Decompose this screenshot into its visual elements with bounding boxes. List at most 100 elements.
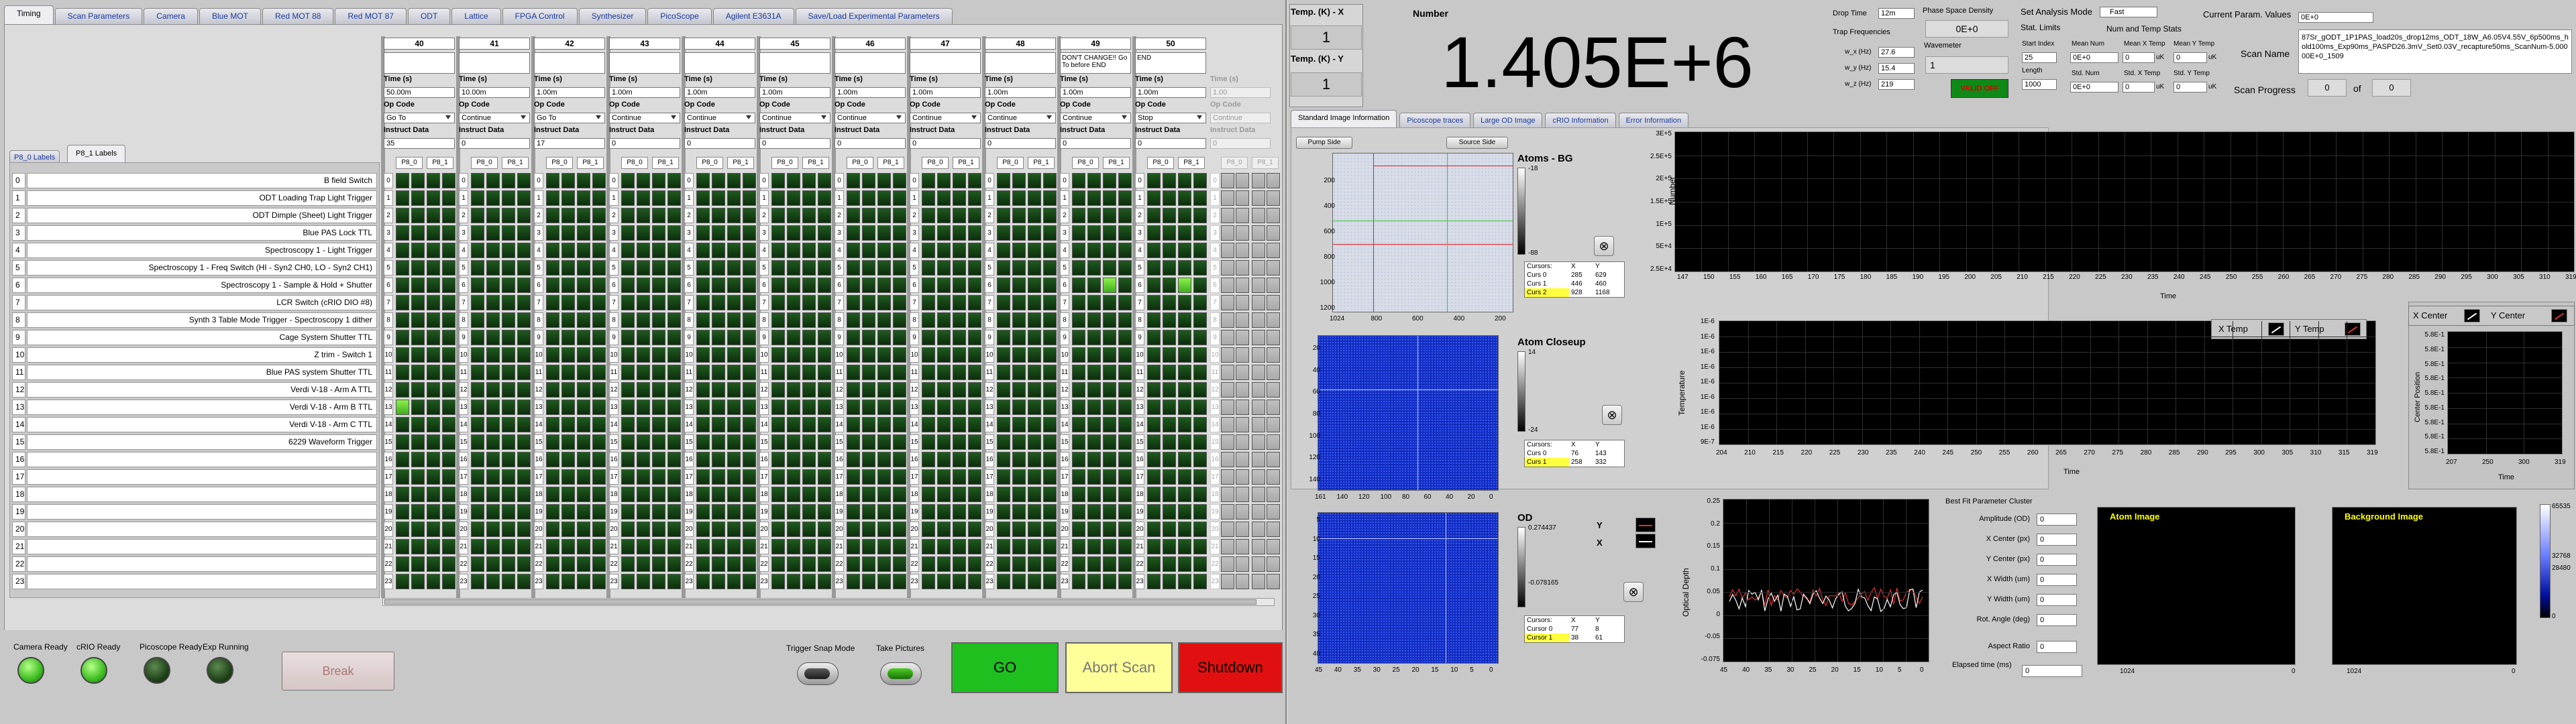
channel-toggle[interactable] (1072, 347, 1085, 363)
channel-toggle[interactable] (1236, 417, 1249, 432)
channel-toggle[interactable] (637, 556, 650, 572)
channel-toggle[interactable] (847, 434, 860, 450)
channel-toggle[interactable] (471, 417, 484, 432)
time-field[interactable]: 1.00m (910, 87, 981, 98)
channel-toggle[interactable] (637, 522, 650, 537)
channel-toggle[interactable] (1012, 243, 1026, 258)
channel-toggle[interactable] (818, 574, 831, 589)
channel-toggle[interactable] (802, 330, 816, 345)
channel-toggle[interactable] (577, 574, 590, 589)
channel-toggle[interactable] (1252, 574, 1265, 589)
channel-toggle[interactable] (937, 225, 951, 241)
channel-toggle[interactable] (1252, 330, 1265, 345)
source-side-button[interactable]: Source Side (1446, 137, 1508, 149)
channel-toggle[interactable] (877, 434, 891, 450)
channel-toggle[interactable] (1087, 225, 1101, 241)
channel-toggle[interactable] (712, 330, 725, 345)
right-tab-large-od-image[interactable]: Large OD Image (1473, 113, 1543, 129)
channel-toggle[interactable] (1103, 295, 1116, 310)
left-tab-red-mot-87[interactable]: Red MOT 87 (335, 8, 407, 24)
channel-toggle[interactable] (1267, 539, 1280, 554)
channel-toggle[interactable] (953, 365, 966, 380)
channel-toggle[interactable] (667, 434, 681, 450)
channel-toggle[interactable] (1118, 330, 1132, 345)
channel-toggle[interactable] (997, 330, 1010, 345)
channel-toggle[interactable] (771, 382, 785, 398)
channel-toggle[interactable] (652, 469, 665, 485)
channel-toggle[interactable] (847, 522, 860, 537)
channel-toggle[interactable] (1252, 434, 1265, 450)
channel-toggle[interactable] (517, 295, 531, 310)
channel-toggle[interactable] (486, 190, 500, 206)
channel-toggle[interactable] (1072, 382, 1085, 398)
channel-toggle[interactable] (1147, 382, 1161, 398)
channel-toggle[interactable] (1252, 190, 1265, 206)
channel-label[interactable]: Spectroscopy 1 - Freq Switch (HI - Syn2 … (27, 260, 377, 276)
channel-toggle[interactable] (937, 278, 951, 293)
channel-toggle[interactable] (802, 400, 816, 415)
channel-toggle[interactable] (396, 225, 409, 241)
channel-toggle[interactable] (592, 278, 606, 293)
channel-toggle[interactable] (922, 365, 935, 380)
instruct-field[interactable]: 0 (609, 138, 680, 149)
channel-toggle[interactable] (847, 417, 860, 432)
channel-toggle[interactable] (1267, 295, 1280, 310)
channel-toggle[interactable] (1043, 522, 1057, 537)
channel-toggle[interactable] (396, 522, 409, 537)
channel-toggle[interactable] (802, 417, 816, 432)
channel-toggle[interactable] (1163, 278, 1176, 293)
channel-toggle[interactable] (546, 556, 559, 572)
channel-toggle[interactable] (1252, 295, 1265, 310)
channel-toggle[interactable] (997, 434, 1010, 450)
channel-toggle[interactable] (862, 556, 875, 572)
channel-toggle[interactable] (1087, 574, 1101, 589)
channel-toggle[interactable] (517, 347, 531, 363)
channel-toggle[interactable] (1221, 504, 1234, 520)
channel-toggle[interactable] (818, 312, 831, 328)
break-button[interactable]: Break (282, 652, 394, 690)
channel-toggle[interactable] (546, 574, 559, 589)
channel-toggle[interactable] (997, 260, 1010, 276)
channel-toggle[interactable] (637, 190, 650, 206)
channel-toggle[interactable] (922, 330, 935, 345)
channel-toggle[interactable] (592, 574, 606, 589)
channel-toggle[interactable] (997, 469, 1010, 485)
channel-toggle[interactable] (502, 278, 515, 293)
channel-toggle[interactable] (1267, 208, 1280, 223)
channel-toggle[interactable] (696, 295, 710, 310)
channel-toggle[interactable] (1147, 504, 1161, 520)
channel-toggle[interactable] (486, 260, 500, 276)
channel-toggle[interactable] (411, 225, 425, 241)
channel-toggle[interactable] (1028, 574, 1041, 589)
channel-toggle[interactable] (997, 173, 1010, 188)
length-field[interactable]: 1000 (2022, 79, 2057, 90)
channel-toggle[interactable] (517, 539, 531, 554)
channel-toggle[interactable] (712, 434, 725, 450)
channel-toggle[interactable] (802, 365, 816, 380)
channel-toggle[interactable] (727, 243, 741, 258)
channel-toggle[interactable] (696, 312, 710, 328)
channel-toggle[interactable] (486, 208, 500, 223)
channel-toggle[interactable] (847, 312, 860, 328)
channel-toggle[interactable] (1267, 469, 1280, 485)
channel-toggle[interactable] (502, 382, 515, 398)
channel-toggle[interactable] (922, 278, 935, 293)
channel-toggle[interactable] (667, 295, 681, 310)
channel-toggle[interactable] (712, 260, 725, 276)
channel-toggle[interactable] (893, 278, 906, 293)
channel-toggle[interactable] (427, 504, 440, 520)
channel-toggle[interactable] (621, 208, 635, 223)
instruct-field[interactable]: 17 (534, 138, 605, 149)
channel-toggle[interactable] (1236, 295, 1249, 310)
ghost-step-time-val[interactable]: 1.00 (1210, 87, 1271, 98)
channel-toggle[interactable] (1028, 522, 1041, 537)
cursor-row[interactable]: Curs 1 258 332 (1525, 458, 1624, 467)
channel-toggle[interactable] (818, 434, 831, 450)
channel-toggle[interactable] (546, 243, 559, 258)
channel-toggle[interactable] (1072, 400, 1085, 415)
channel-toggle[interactable] (1087, 260, 1101, 276)
od-cursor-table[interactable]: Cursors: X Y Cursor 0 77 8 Cursor 1 38 61 (1524, 615, 1625, 643)
channel-toggle[interactable] (1118, 260, 1132, 276)
channel-toggle[interactable] (652, 522, 665, 537)
left-tab-save-load-experimental-parameters[interactable]: Save/Load Experimental Parameters (795, 8, 953, 24)
